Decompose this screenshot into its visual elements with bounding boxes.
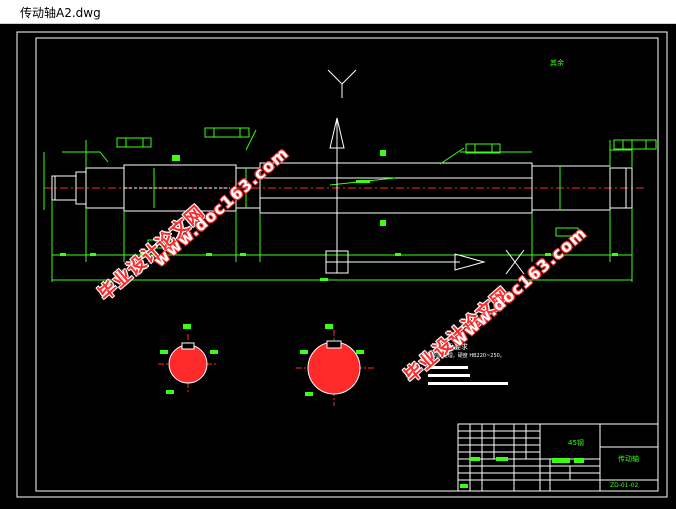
drawing-svg — [16, 31, 668, 498]
outer-frame — [16, 31, 668, 498]
title-block-code: ZD-01-02 — [610, 482, 639, 489]
roughness-note: 其余 — [550, 59, 564, 67]
title-block-name: 传动轴 — [618, 455, 639, 463]
cad-drawing-canvas[interactable]: Y 其余 技术要求 1.调质处理，硬度 HB220~250。 45钢 传动轴 Z… — [0, 24, 676, 509]
section-view-left — [158, 324, 218, 394]
ucs-icon — [325, 69, 525, 275]
window-title-bar: 传动轴A2.dwg — [0, 0, 676, 24]
section-view-right — [296, 324, 374, 406]
title-block-material: 45钢 — [568, 439, 584, 447]
tech-req-lines — [428, 366, 508, 385]
window-title: 传动轴A2.dwg — [20, 6, 101, 20]
